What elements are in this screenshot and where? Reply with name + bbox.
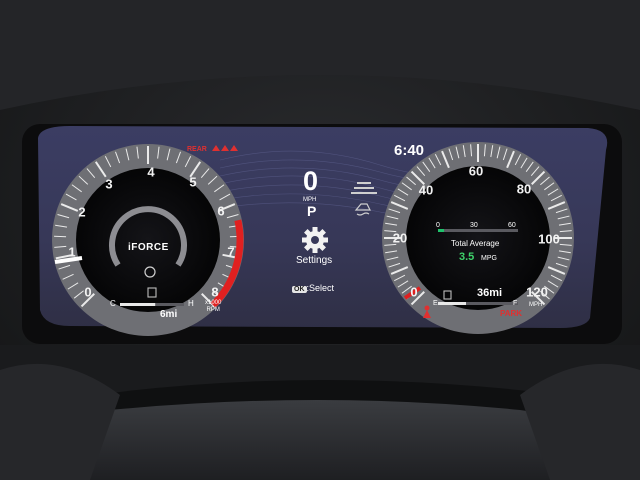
park-brake-label: PARK [500,309,523,318]
tach-tick-label: 0 [84,284,92,300]
mpg-title: Total Average [451,239,500,248]
speedo-tick-label: 80 [516,181,532,197]
tach-tick-label: 8 [211,284,219,300]
tach-tick-label: 3 [105,176,113,192]
ok-key-badge: OK [292,286,307,293]
temp-low-label: C [110,299,116,308]
settings-menu-label[interactable]: Settings [296,256,332,266]
fuel-range: 36mi [477,287,503,299]
mpg-scale-max: 60 [508,222,516,229]
tach-tick-label: 1 [68,244,76,260]
clock: 6:40 [394,142,425,159]
mpg-bar-fill [438,229,444,232]
speedo-tick-label: 40 [418,182,434,198]
fuel-full-label: F [513,300,518,307]
ok-action-label: :Select [306,283,335,293]
ok-select-hint: OK:Select [292,284,334,293]
tach-tick-label: 5 [189,174,197,190]
speedo-tick-label: 60 [468,163,484,179]
temp-high-label: H [188,299,194,308]
mpg-bar-track [438,229,518,232]
tach-tick-label: 2 [78,204,86,220]
speed-readout: 0 [303,166,319,196]
mpg-scale-mid: 30 [470,222,478,229]
fuel-empty-label: E [433,300,438,307]
tach-tick-label: 4 [147,164,155,180]
tach-tick-label: 6 [217,203,225,219]
speedo-tick-label: 100 [538,231,560,247]
fuel-bar-fill [438,302,466,305]
mpg-scale-min: 0 [436,222,440,229]
rear-warning-indicator [212,145,238,151]
settings-gear-icon [302,227,328,253]
rpm-unit-label: x1000 RPM [205,300,222,313]
tach-tick-label: 7 [227,244,235,260]
mpg-unit: MPG [481,255,497,262]
brand-text: iFORCE [128,242,169,253]
temp-bar-fill [120,303,156,306]
mpg-value: 3.5 [459,251,475,263]
speedo-tick-label: 120 [526,284,548,300]
speedo-tick-label: 0 [410,284,418,300]
speedo-tick-label: 20 [392,230,408,246]
trip-distance: 6mi [160,309,178,320]
gear-indicator: P [307,203,317,219]
steering-wheel [30,400,610,480]
speedo-unit: MPH [529,302,543,308]
tach-brand-logo: iFORCE [128,243,169,253]
rear-label: REAR [187,146,207,153]
